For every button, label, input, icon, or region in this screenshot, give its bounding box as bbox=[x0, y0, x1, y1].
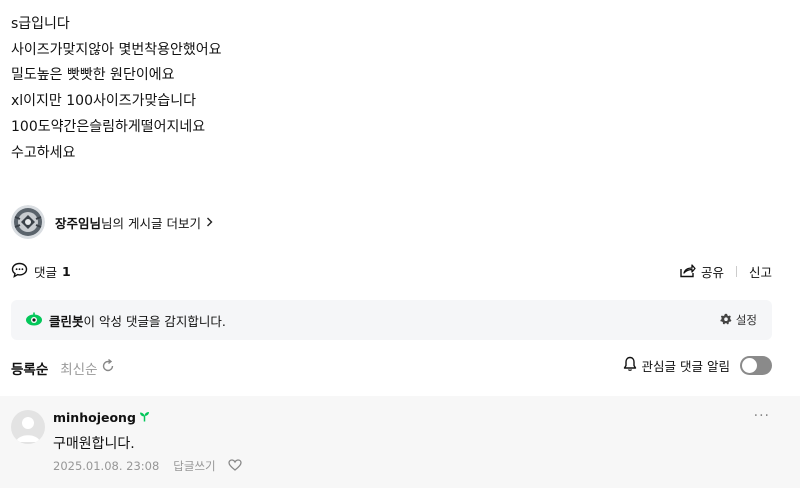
reply-button[interactable]: 답글쓰기 bbox=[173, 458, 215, 474]
divider bbox=[735, 266, 737, 277]
comment-text: 구매원합니다. bbox=[53, 436, 135, 452]
more-options-icon[interactable]: ··· bbox=[754, 408, 770, 424]
post-line-1: s급입니다 bbox=[11, 16, 70, 32]
notification-label: 관심글 댓글 알림 bbox=[641, 359, 730, 374]
post-line-3: 밀도높은 빳빳한 원단이에요 bbox=[11, 67, 175, 83]
share-button[interactable]: 공유 bbox=[701, 262, 724, 281]
comment-bubble-icon bbox=[11, 262, 28, 281]
author-more-label: 님의 게시글 더보기 bbox=[101, 215, 201, 231]
sort-registered-tab[interactable]: 등록순 bbox=[11, 358, 48, 378]
comment-count-value: 1 bbox=[62, 264, 71, 279]
post-line-4: xl이지만 100사이즈가맞습니다 bbox=[11, 93, 197, 109]
refresh-icon[interactable] bbox=[101, 358, 115, 377]
heart-icon[interactable] bbox=[227, 458, 242, 474]
author-more-posts-link[interactable]: 장주임님 님의 게시글 더보기 bbox=[11, 204, 213, 240]
comment-item: minhojeong 구매원합니다. 2025.01.08. 23:08 답글쓰… bbox=[0, 396, 800, 488]
comment-label: 댓글 bbox=[34, 265, 58, 280]
comment-count[interactable]: 댓글 1 bbox=[11, 262, 71, 281]
sort-latest-tab[interactable]: 최신순 bbox=[60, 358, 97, 378]
comment-author[interactable]: minhojeong bbox=[53, 410, 136, 425]
post-actions: 공유 신고 bbox=[679, 262, 772, 281]
comment-date: 2025.01.08. 23:08 bbox=[53, 459, 160, 473]
author-avatar[interactable] bbox=[11, 205, 45, 239]
cleanbot-banner: 클린봇 이 악성 댓글을 감지합니다. 설정 bbox=[11, 300, 772, 340]
cleanbot-settings-button[interactable]: 설정 bbox=[720, 300, 757, 340]
comment-avatar[interactable] bbox=[11, 410, 45, 444]
sprout-badge-icon bbox=[139, 410, 150, 425]
author-name: 장주임님 bbox=[55, 215, 102, 231]
chevron-right-icon bbox=[206, 215, 213, 230]
share-icon[interactable] bbox=[679, 263, 696, 281]
notification-toggle[interactable] bbox=[740, 356, 772, 375]
cleanbot-name: 클린봇 bbox=[49, 313, 84, 329]
bell-icon bbox=[623, 356, 637, 375]
post-line-6: 수고하세요 bbox=[11, 145, 76, 161]
comment-notification: 관심글 댓글 알림 bbox=[623, 356, 772, 375]
cleanbot-message: 이 악성 댓글을 감지합니다. bbox=[83, 313, 226, 329]
report-button[interactable]: 신고 bbox=[749, 262, 772, 281]
gear-icon bbox=[720, 313, 732, 328]
toggle-knob bbox=[742, 358, 757, 373]
settings-label: 설정 bbox=[735, 313, 757, 327]
post-line-2: 사이즈가맞지않아 몇번착용안했어요 bbox=[11, 42, 222, 58]
post-line-5: 100도약간은슬림하게떨어지네요 bbox=[11, 119, 206, 135]
cleanbot-icon bbox=[25, 312, 43, 329]
comment-sort: 등록순 최신순 bbox=[11, 358, 115, 378]
